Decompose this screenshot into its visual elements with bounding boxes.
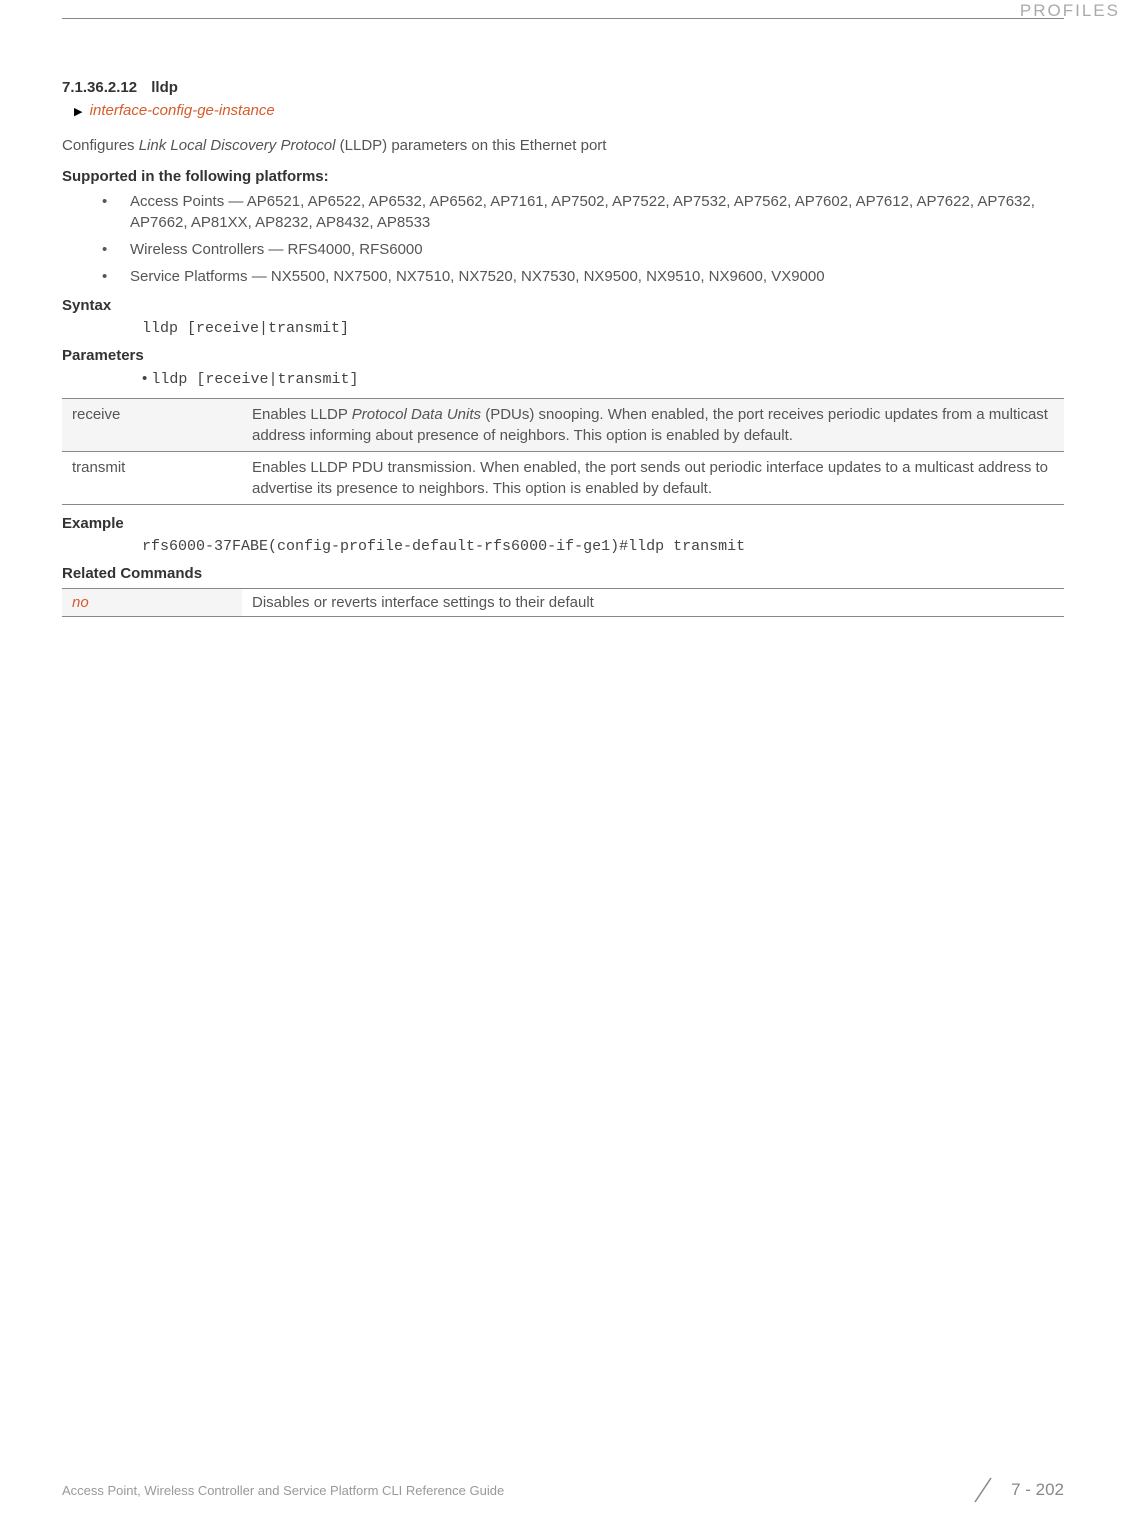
footer-page-block: 7 - 202 — [969, 1476, 1064, 1504]
table-row: no Disables or reverts interface setting… — [62, 589, 1064, 617]
section-title: lldp — [151, 79, 178, 96]
parameters-heading: Parameters — [62, 347, 1064, 364]
page-number: 7 - 202 — [1011, 1480, 1064, 1500]
related-heading: Related Commands — [62, 565, 1064, 582]
related-table: no Disables or reverts interface setting… — [62, 588, 1064, 617]
example-code: rfs6000-37FABE(config-profile-default-rf… — [142, 538, 1064, 555]
section-heading: 7.1.36.2.12 lldp — [62, 79, 1064, 96]
related-key[interactable]: no — [62, 589, 242, 617]
supported-item: Access Points — AP6521, AP6522, AP6532, … — [102, 191, 1064, 233]
supported-item: Service Platforms — NX5500, NX7500, NX75… — [102, 266, 1064, 287]
param-desc: Enables LLDP Protocol Data Units (PDUs) … — [242, 399, 1064, 452]
parameters-table: receive Enables LLDP Protocol Data Units… — [62, 398, 1064, 505]
parameters-bullet: lldp [receive|transmit] — [142, 370, 1064, 388]
desc-suffix: (LLDP) parameters on this Ethernet port — [335, 137, 606, 154]
param-desc-prefix: Enables LLDP — [252, 406, 352, 423]
breadcrumb-arrow-icon: ▶ — [74, 106, 82, 118]
footer-row: Access Point, Wireless Controller and Se… — [62, 1476, 1064, 1504]
desc-italic: Link Local Discovery Protocol — [139, 137, 336, 154]
supported-list: Access Points — AP6521, AP6522, AP6532, … — [62, 191, 1064, 287]
syntax-heading: Syntax — [62, 297, 1064, 314]
supported-item: Wireless Controllers — RFS4000, RFS6000 — [102, 239, 1064, 260]
slash-icon — [969, 1476, 997, 1504]
page-footer: Access Point, Wireless Controller and Se… — [0, 1476, 1126, 1504]
description-text: Configures Link Local Discovery Protocol… — [62, 137, 1064, 154]
table-row: transmit Enables LLDP PDU transmission. … — [62, 452, 1064, 505]
param-desc-italic: Protocol Data Units — [352, 406, 481, 423]
breadcrumb: ▶ interface-config-ge-instance — [74, 102, 1064, 119]
footer-title: Access Point, Wireless Controller and Se… — [62, 1483, 504, 1498]
syntax-code: lldp [receive|transmit] — [142, 320, 1064, 337]
desc-prefix: Configures — [62, 137, 139, 154]
breadcrumb-link[interactable]: interface-config-ge-instance — [90, 102, 275, 119]
table-row: receive Enables LLDP Protocol Data Units… — [62, 399, 1064, 452]
supported-heading: Supported in the following platforms: — [62, 168, 1064, 185]
related-desc: Disables or reverts interface settings t… — [242, 589, 1064, 617]
content-area: 7.1.36.2.12 lldp ▶ interface-config-ge-i… — [62, 79, 1064, 617]
param-key: transmit — [62, 452, 242, 505]
param-key: receive — [62, 399, 242, 452]
page-container: PROFILES 7.1.36.2.12 lldp ▶ interface-co… — [0, 18, 1126, 1534]
param-desc: Enables LLDP PDU transmission. When enab… — [242, 452, 1064, 505]
example-heading: Example — [62, 515, 1064, 532]
param-desc-suffix: Enables LLDP PDU transmission. When enab… — [252, 459, 1048, 497]
section-number: 7.1.36.2.12 — [62, 79, 137, 96]
header-section-label: PROFILES — [62, 1, 1120, 21]
